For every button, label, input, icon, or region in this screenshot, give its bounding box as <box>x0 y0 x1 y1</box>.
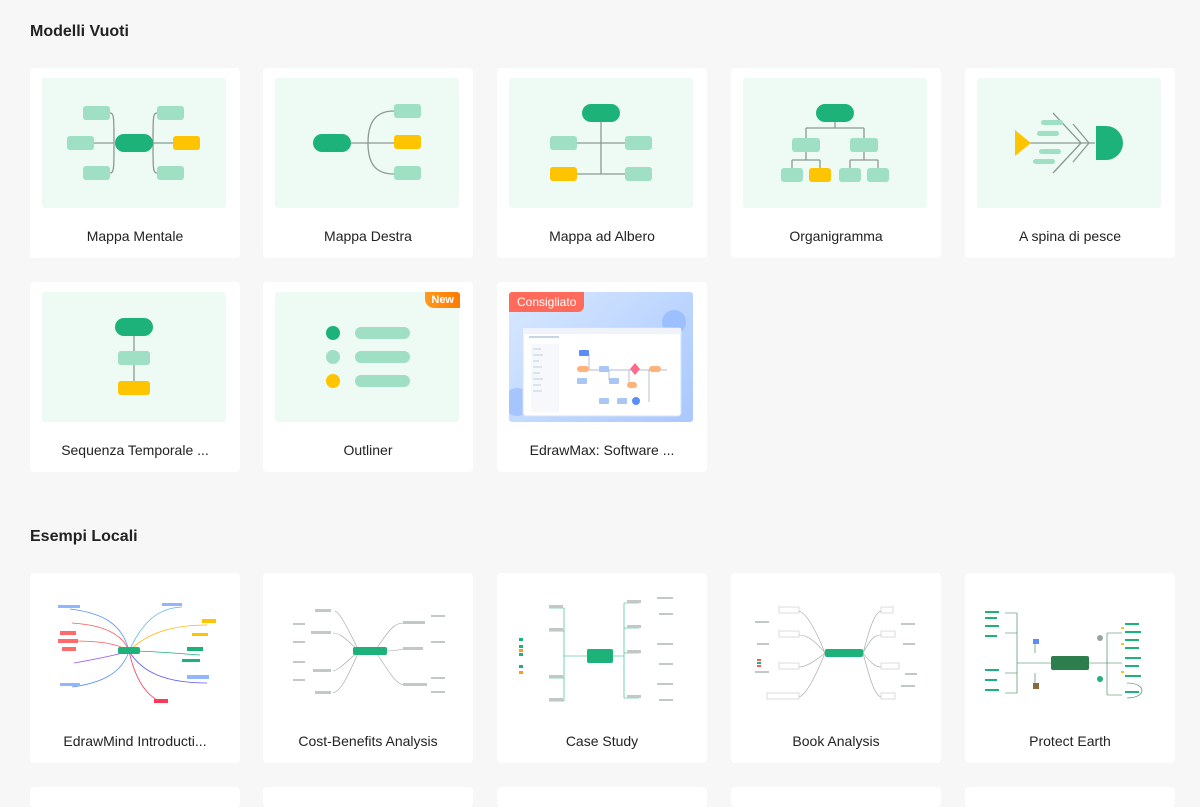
template-card-mind-map[interactable]: Mappa Mentale <box>30 68 240 258</box>
example-card-partial[interactable] <box>965 787 1175 807</box>
example-label: Cost-Benefits Analysis <box>298 733 438 749</box>
template-label: EdrawMax: Software ... <box>529 442 675 458</box>
example-label: Protect Earth <box>1029 733 1111 749</box>
example-card-cost-benefits-analysis[interactable]: Cost-Benefits Analysis <box>263 573 473 763</box>
example-card-book-analysis[interactable]: Book Analysis <box>731 573 941 763</box>
section-title-blank-templates: Modelli Vuoti <box>30 23 129 40</box>
template-label: Outliner <box>343 442 393 458</box>
template-card-edrawmax[interactable]: Consigliato EdrawMax: Software ... <box>497 282 707 472</box>
example-card-edrawmind-introduction[interactable]: EdrawMind Introducti... <box>30 573 240 763</box>
protect-earth-thumbnail <box>977 583 1161 713</box>
template-label: Organigramma <box>789 228 883 244</box>
cost-benefits-thumbnail <box>275 583 459 713</box>
right-map-thumbnail <box>275 78 459 208</box>
template-card-right-map[interactable]: Mappa Destra <box>263 68 473 258</box>
edrawmind-intro-thumbnail <box>42 583 226 713</box>
outliner-thumbnail <box>275 292 459 422</box>
org-chart-thumbnail <box>743 78 927 208</box>
recommended-badge: Consigliato <box>509 292 585 312</box>
template-label: Sequenza Temporale ... <box>61 442 209 458</box>
example-label: Case Study <box>565 733 639 749</box>
template-card-tree-map[interactable]: Mappa ad Albero <box>497 68 707 258</box>
example-card-partial[interactable] <box>263 787 473 807</box>
example-card-case-study[interactable]: Case Study <box>497 573 707 763</box>
example-label: Book Analysis <box>792 733 880 749</box>
example-card-protect-earth[interactable]: Protect Earth <box>965 573 1175 763</box>
template-card-org-chart[interactable]: Organigramma <box>731 68 941 258</box>
case-study-thumbnail <box>509 583 693 713</box>
template-label: Mappa ad Albero <box>549 228 655 244</box>
section-title-local-examples: Esempi Locali <box>30 528 138 545</box>
new-badge: New <box>425 292 460 308</box>
template-label: Mappa Destra <box>324 228 412 244</box>
timeline-thumbnail <box>42 292 226 422</box>
fishbone-thumbnail <box>977 78 1161 208</box>
tree-map-thumbnail <box>509 78 693 208</box>
template-card-timeline[interactable]: Sequenza Temporale ... <box>30 282 240 472</box>
template-label: A spina di pesce <box>1019 228 1121 244</box>
example-card-partial[interactable] <box>30 787 240 807</box>
mind-map-thumbnail <box>42 78 226 208</box>
template-card-outliner[interactable]: New Outliner <box>263 282 473 472</box>
template-card-fishbone[interactable]: A spina di pesce <box>965 68 1175 258</box>
book-analysis-thumbnail <box>743 583 927 713</box>
example-label: EdrawMind Introducti... <box>63 733 207 749</box>
template-label: Mappa Mentale <box>86 228 184 244</box>
example-card-partial[interactable] <box>731 787 941 807</box>
example-card-partial[interactable] <box>497 787 707 807</box>
